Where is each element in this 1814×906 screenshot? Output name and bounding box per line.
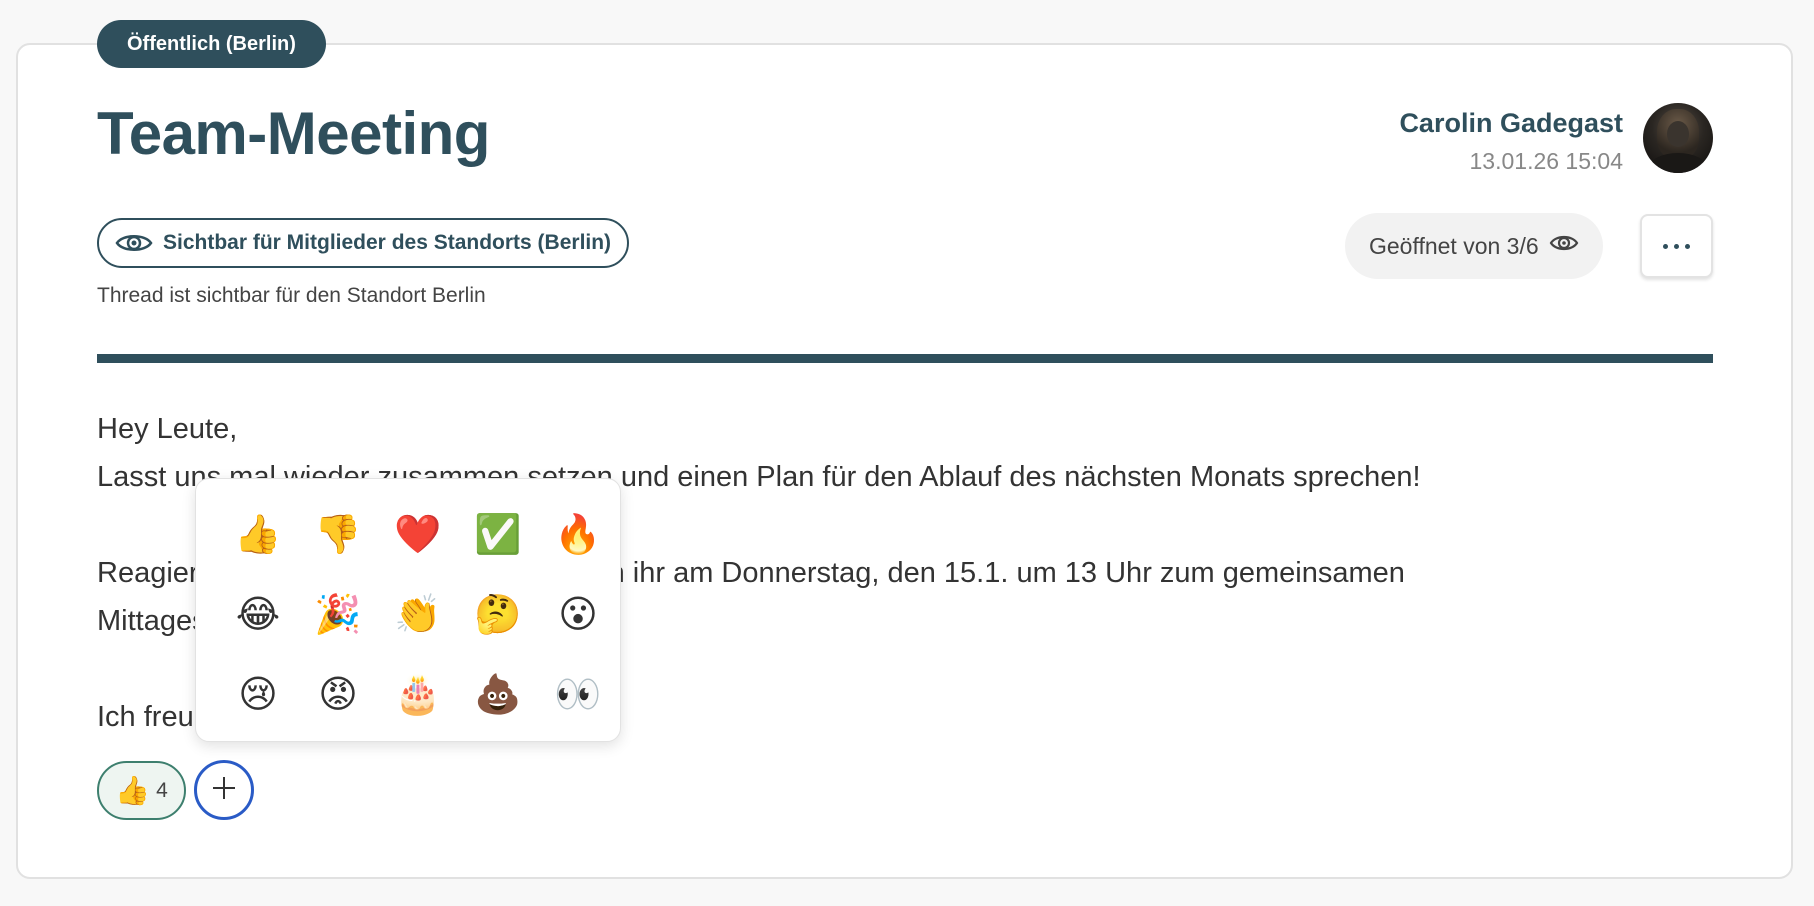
opened-label: Geöffnet von 3/6 xyxy=(1369,232,1539,259)
emoji-surprised-face[interactable]: 😮 xyxy=(546,583,610,647)
emoji-check-mark[interactable]: ✅ xyxy=(466,503,530,567)
emoji-crying-face[interactable]: 😢 xyxy=(226,663,290,727)
visibility-note: Thread ist sichtbar für den Standort Ber… xyxy=(97,284,486,307)
emoji-tears-of-joy[interactable]: 😂 xyxy=(226,583,290,647)
eye-icon xyxy=(115,231,153,255)
emoji-fire[interactable]: 🔥 xyxy=(546,503,610,567)
emoji-party-popper[interactable]: 🎉 xyxy=(306,583,370,647)
emoji-thumbs-up[interactable]: 👍 xyxy=(226,503,290,567)
body-line: Hey Leute, xyxy=(97,413,238,445)
more-options-button[interactable] xyxy=(1640,214,1713,278)
author-name[interactable]: Carolin Gadegast xyxy=(1399,108,1623,139)
post-timestamp: 13.01.26 15:04 xyxy=(1469,148,1623,174)
emoji-thinking-face[interactable]: 🤔 xyxy=(466,583,530,647)
thumbs-up-icon: 👍 xyxy=(115,774,151,806)
add-reaction-button[interactable] xyxy=(194,760,254,820)
divider xyxy=(97,354,1713,363)
avatar[interactable] xyxy=(1643,103,1713,173)
visibility-chip-label: Sichtbar für Mitglieder des Standorts (B… xyxy=(163,231,612,254)
visibility-chip[interactable]: Sichtbar für Mitglieder des Standorts (B… xyxy=(97,218,630,268)
emoji-clapping-hands[interactable]: 👏 xyxy=(386,583,450,647)
plus-icon xyxy=(211,775,237,806)
opened-by-pill[interactable]: Geöffnet von 3/6 xyxy=(1345,213,1603,279)
reaction-thumbs-up[interactable]: 👍 4 xyxy=(97,761,186,820)
public-badge: Öffentlich (Berlin) xyxy=(97,20,326,68)
page-title: Team-Meeting xyxy=(97,100,490,167)
more-horizontal-icon xyxy=(1663,243,1690,249)
emoji-thumbs-down[interactable]: 👎 xyxy=(306,503,370,567)
emoji-picker: 👍 👎 ❤️ ✅ 🔥 😂 🎉 👏 🤔 😮 😢 😡 🎂 💩 👀 xyxy=(195,478,621,742)
emoji-heart[interactable]: ❤️ xyxy=(386,503,450,567)
emoji-angry-face[interactable]: 😡 xyxy=(306,663,370,727)
emoji-eyes[interactable]: 👀 xyxy=(546,663,610,727)
eye-icon xyxy=(1549,232,1579,260)
reaction-count: 4 xyxy=(156,778,168,802)
emoji-birthday-cake[interactable]: 🎂 xyxy=(386,663,450,727)
emoji-pile-of-poo[interactable]: 💩 xyxy=(466,663,530,727)
